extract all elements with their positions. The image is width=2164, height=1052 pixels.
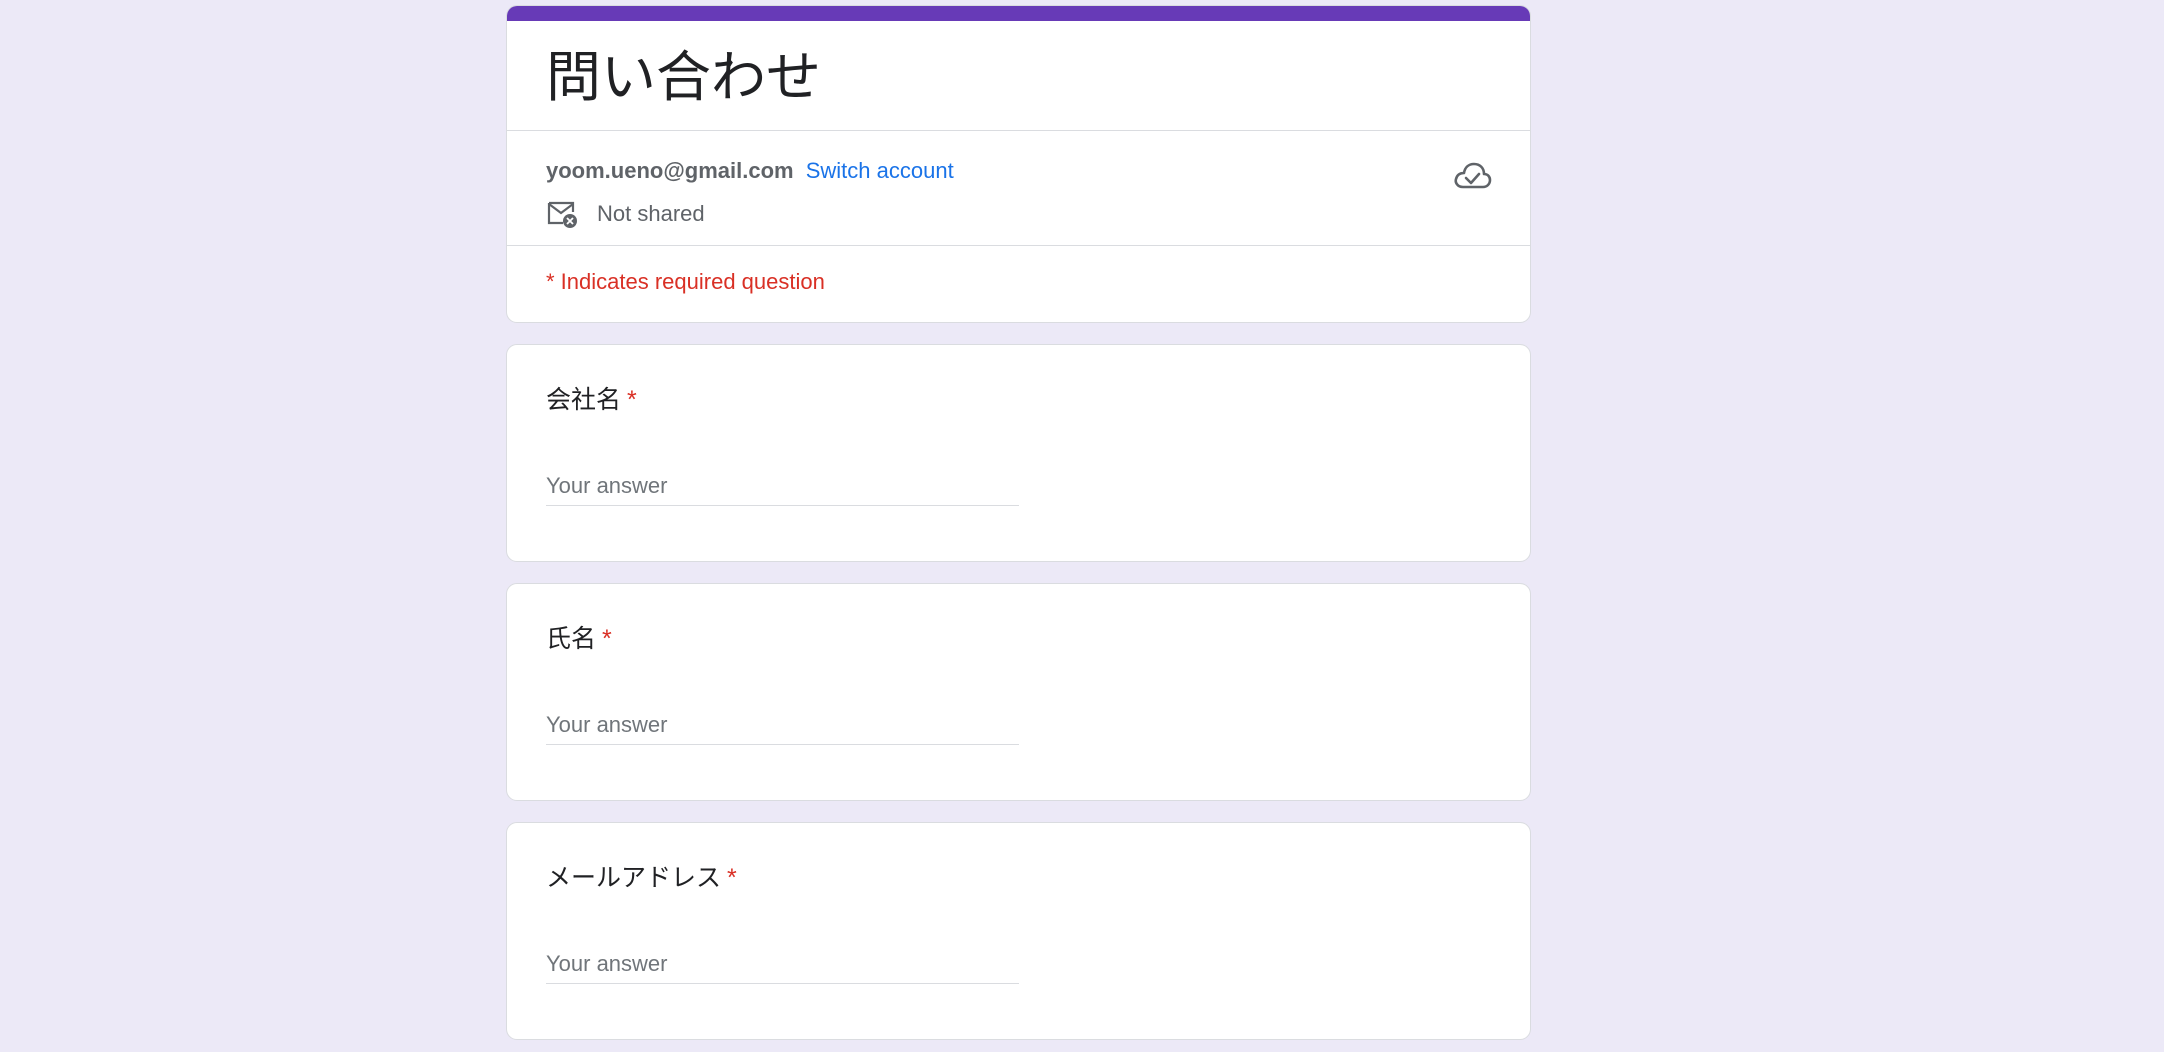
form-column: 問い合わせ yoom.ueno@gmail.com Switch account bbox=[506, 5, 1531, 1040]
account-row: yoom.ueno@gmail.com Switch account bbox=[546, 156, 954, 186]
cloud-done-icon[interactable] bbox=[1452, 156, 1492, 196]
full-name-input[interactable] bbox=[546, 706, 1019, 745]
mail-off-icon bbox=[546, 198, 578, 230]
form-title: 問い合わせ bbox=[546, 46, 822, 108]
company-name-input[interactable] bbox=[546, 467, 1019, 506]
switch-account-link[interactable]: Switch account bbox=[806, 158, 954, 183]
required-star: * bbox=[627, 386, 637, 414]
question-label: メールアドレス bbox=[546, 864, 722, 892]
shared-status-row: Not shared bbox=[546, 198, 705, 230]
required-star: * bbox=[602, 625, 612, 653]
form-header-card: 問い合わせ yoom.ueno@gmail.com Switch account bbox=[506, 5, 1531, 323]
question-card-company: 会社名 * bbox=[506, 344, 1531, 562]
question-title: 会社名 * bbox=[546, 383, 637, 417]
form-page: 問い合わせ yoom.ueno@gmail.com Switch account bbox=[0, 0, 2164, 1052]
header-divider bbox=[507, 130, 1530, 131]
required-star: * bbox=[727, 864, 737, 892]
account-email: yoom.ueno@gmail.com bbox=[546, 158, 794, 183]
required-note: * Indicates required question bbox=[546, 269, 825, 294]
question-label: 会社名 bbox=[546, 386, 622, 414]
question-title: 氏名 * bbox=[546, 622, 612, 656]
email-address-input[interactable] bbox=[546, 945, 1019, 984]
question-card-email: メールアドレス * bbox=[506, 822, 1531, 1040]
question-title: メールアドレス * bbox=[546, 861, 737, 895]
question-card-name: 氏名 * bbox=[506, 583, 1531, 801]
shared-status-text: Not shared bbox=[597, 201, 705, 226]
account-divider bbox=[507, 245, 1530, 246]
question-label: 氏名 bbox=[546, 625, 597, 653]
form-accent-bar bbox=[507, 6, 1530, 21]
